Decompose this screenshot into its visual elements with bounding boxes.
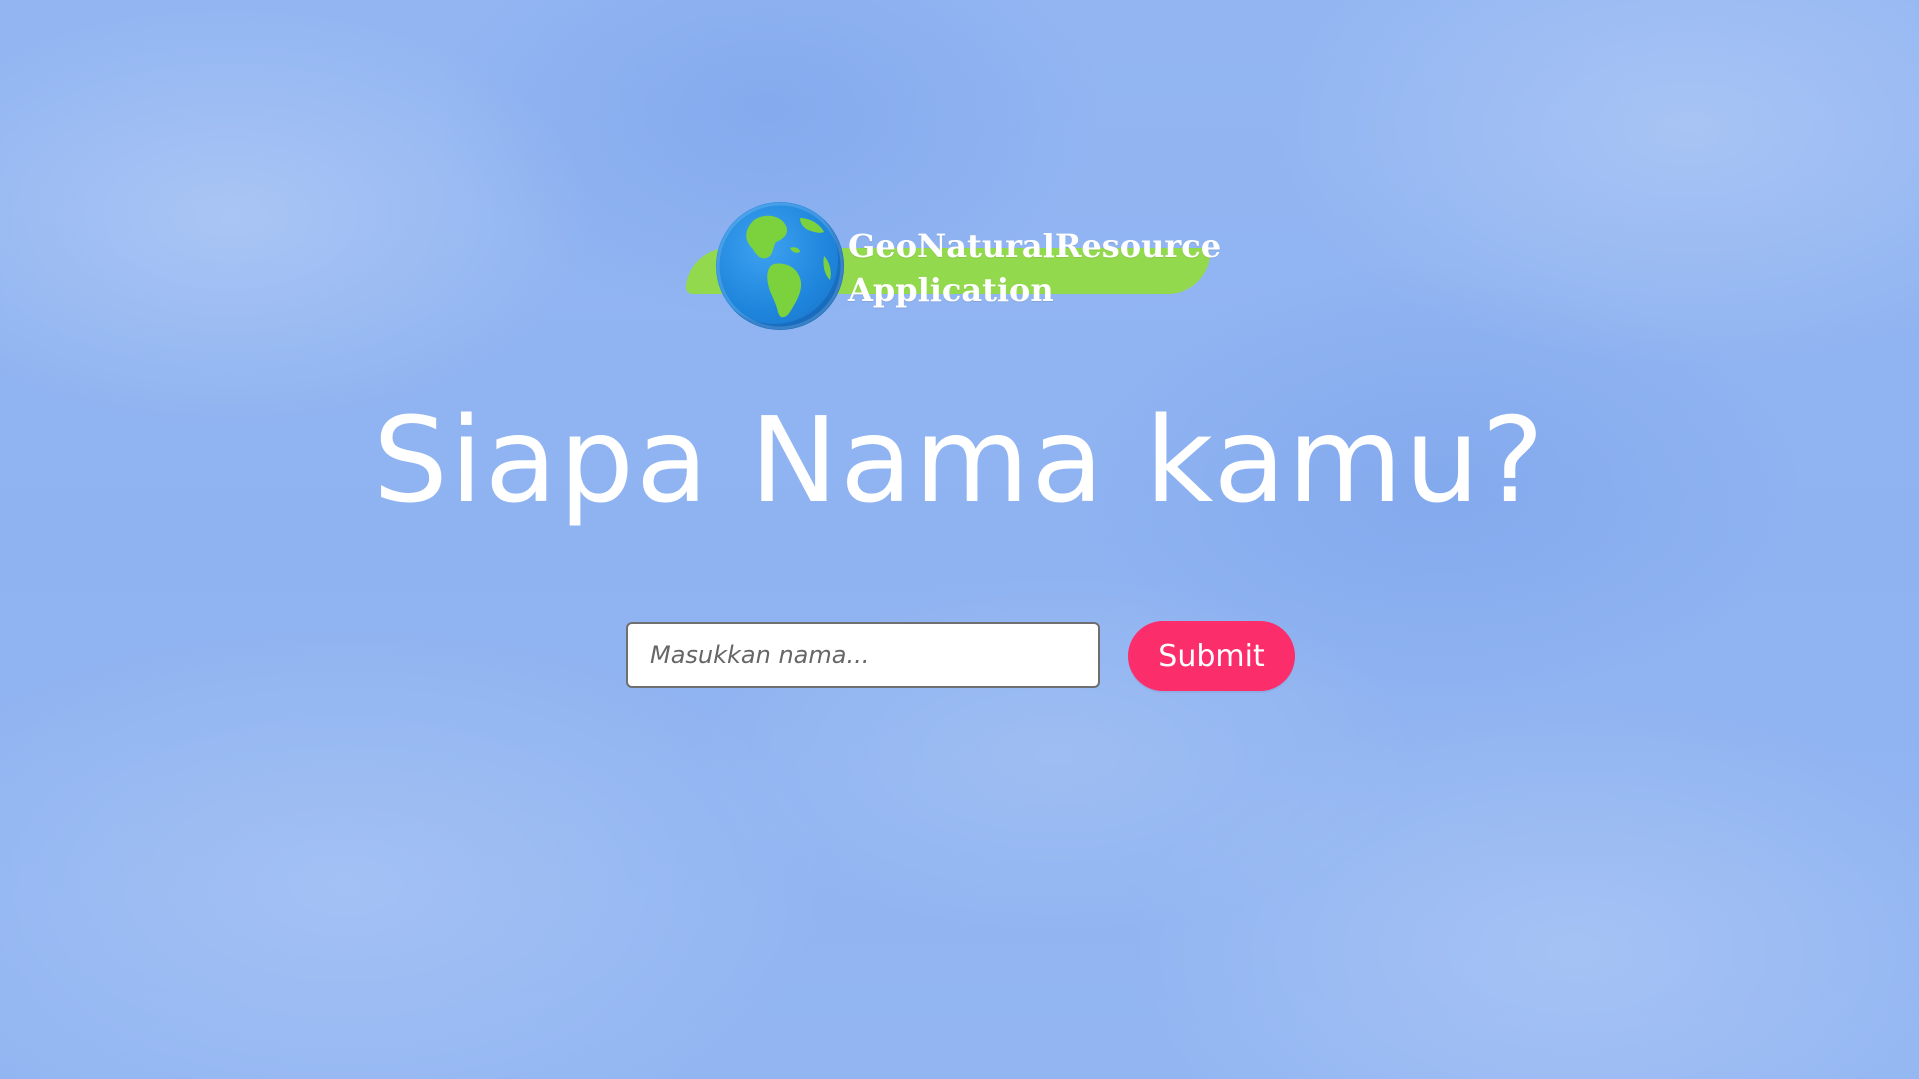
- name-input[interactable]: [626, 622, 1100, 688]
- app-logo: GeoNaturalResource Application: [684, 202, 1221, 332]
- app-title-line1: GeoNaturalResource: [848, 227, 1222, 265]
- globe-icon: [716, 202, 844, 330]
- page-title: Siapa Nama kamu?: [373, 391, 1546, 529]
- submit-button[interactable]: Submit: [1128, 621, 1295, 691]
- app-title-line2: Application: [848, 271, 1054, 309]
- app-title: GeoNaturalResource Application: [848, 224, 1221, 312]
